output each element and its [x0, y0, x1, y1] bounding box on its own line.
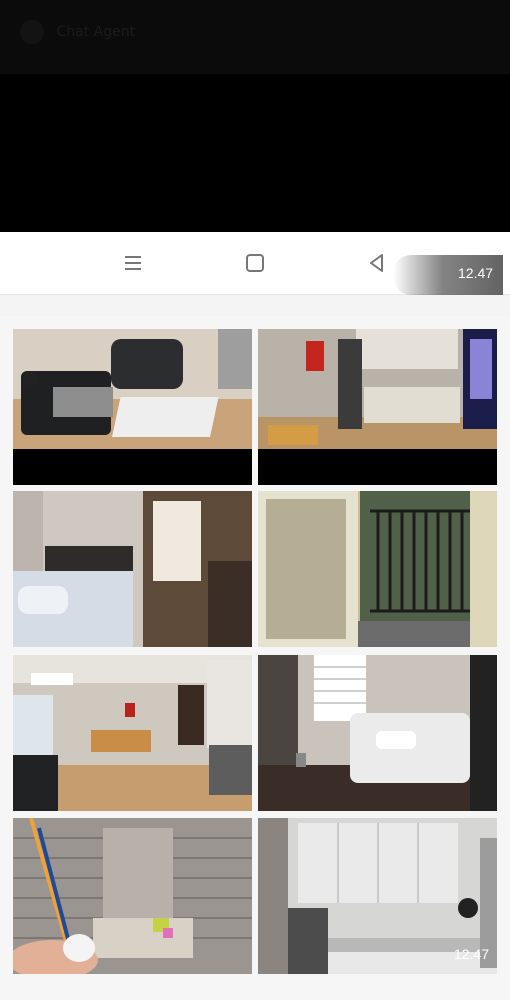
photo-thumbnail-kitchen[interactable]: [258, 329, 497, 485]
photo-thumbnail-living-room-sofa[interactable]: [13, 329, 252, 485]
home-square-icon[interactable]: [242, 250, 268, 276]
photo-thumbnail-living-room-wide[interactable]: [13, 655, 252, 811]
photo-thumbnail-small-bedroom[interactable]: [258, 655, 497, 811]
photo-thumbnail-kitchen-cabinets[interactable]: 12.47: [258, 818, 497, 974]
chat-title: Chat Agent: [56, 24, 136, 40]
photo-thumbnail-bedroom[interactable]: [13, 491, 252, 647]
photo-thumbnail-bathroom[interactable]: [13, 818, 252, 974]
back-triangle-icon[interactable]: [364, 250, 390, 276]
menu-icon[interactable]: [120, 250, 146, 276]
overlay-time: 12.47: [453, 946, 489, 962]
photo-thumbnail-balcony-door[interactable]: [258, 491, 497, 647]
photo-gallery: 12.47: [0, 316, 510, 1000]
chat-header: Chat Agent: [0, 0, 510, 74]
system-nav-bar: 12.47: [0, 232, 510, 295]
clock-time: 12.47: [393, 255, 504, 295]
avatar: [20, 20, 44, 44]
